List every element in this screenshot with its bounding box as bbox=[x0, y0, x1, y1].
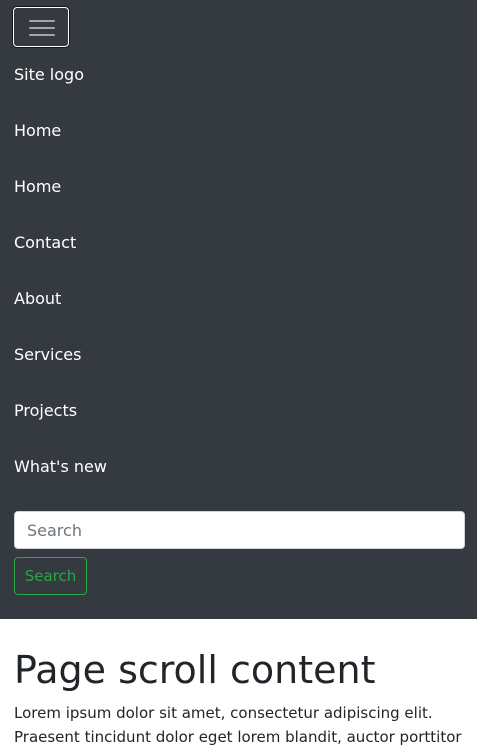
search-input[interactable] bbox=[14, 511, 465, 549]
nav-item-projects[interactable]: Projects bbox=[14, 400, 107, 456]
navbar: Site logo Home Home Contact About Servic… bbox=[0, 0, 477, 619]
search-button[interactable]: Search bbox=[14, 557, 87, 595]
hamburger-menu-icon bbox=[29, 19, 55, 37]
nav-item-home-2[interactable]: Home bbox=[14, 176, 107, 232]
nav-item-home[interactable]: Home bbox=[14, 120, 107, 176]
nav-item-whats-new[interactable]: What's new bbox=[14, 456, 107, 512]
nav-item-about[interactable]: About bbox=[14, 288, 107, 344]
nav-item-contact[interactable]: Contact bbox=[14, 232, 107, 288]
main-content: Page scroll content Lorem ipsum dolor si… bbox=[0, 619, 477, 749]
page-heading: Page scroll content bbox=[14, 648, 376, 692]
navbar-toggle-button[interactable] bbox=[13, 7, 69, 47]
site-logo[interactable]: Site logo bbox=[14, 64, 84, 86]
nav-menu: Home Home Contact About Services Project… bbox=[14, 120, 107, 512]
nav-item-services[interactable]: Services bbox=[14, 344, 107, 400]
body-paragraph: Lorem ipsum dolor sit amet, consectetur … bbox=[14, 704, 462, 746]
